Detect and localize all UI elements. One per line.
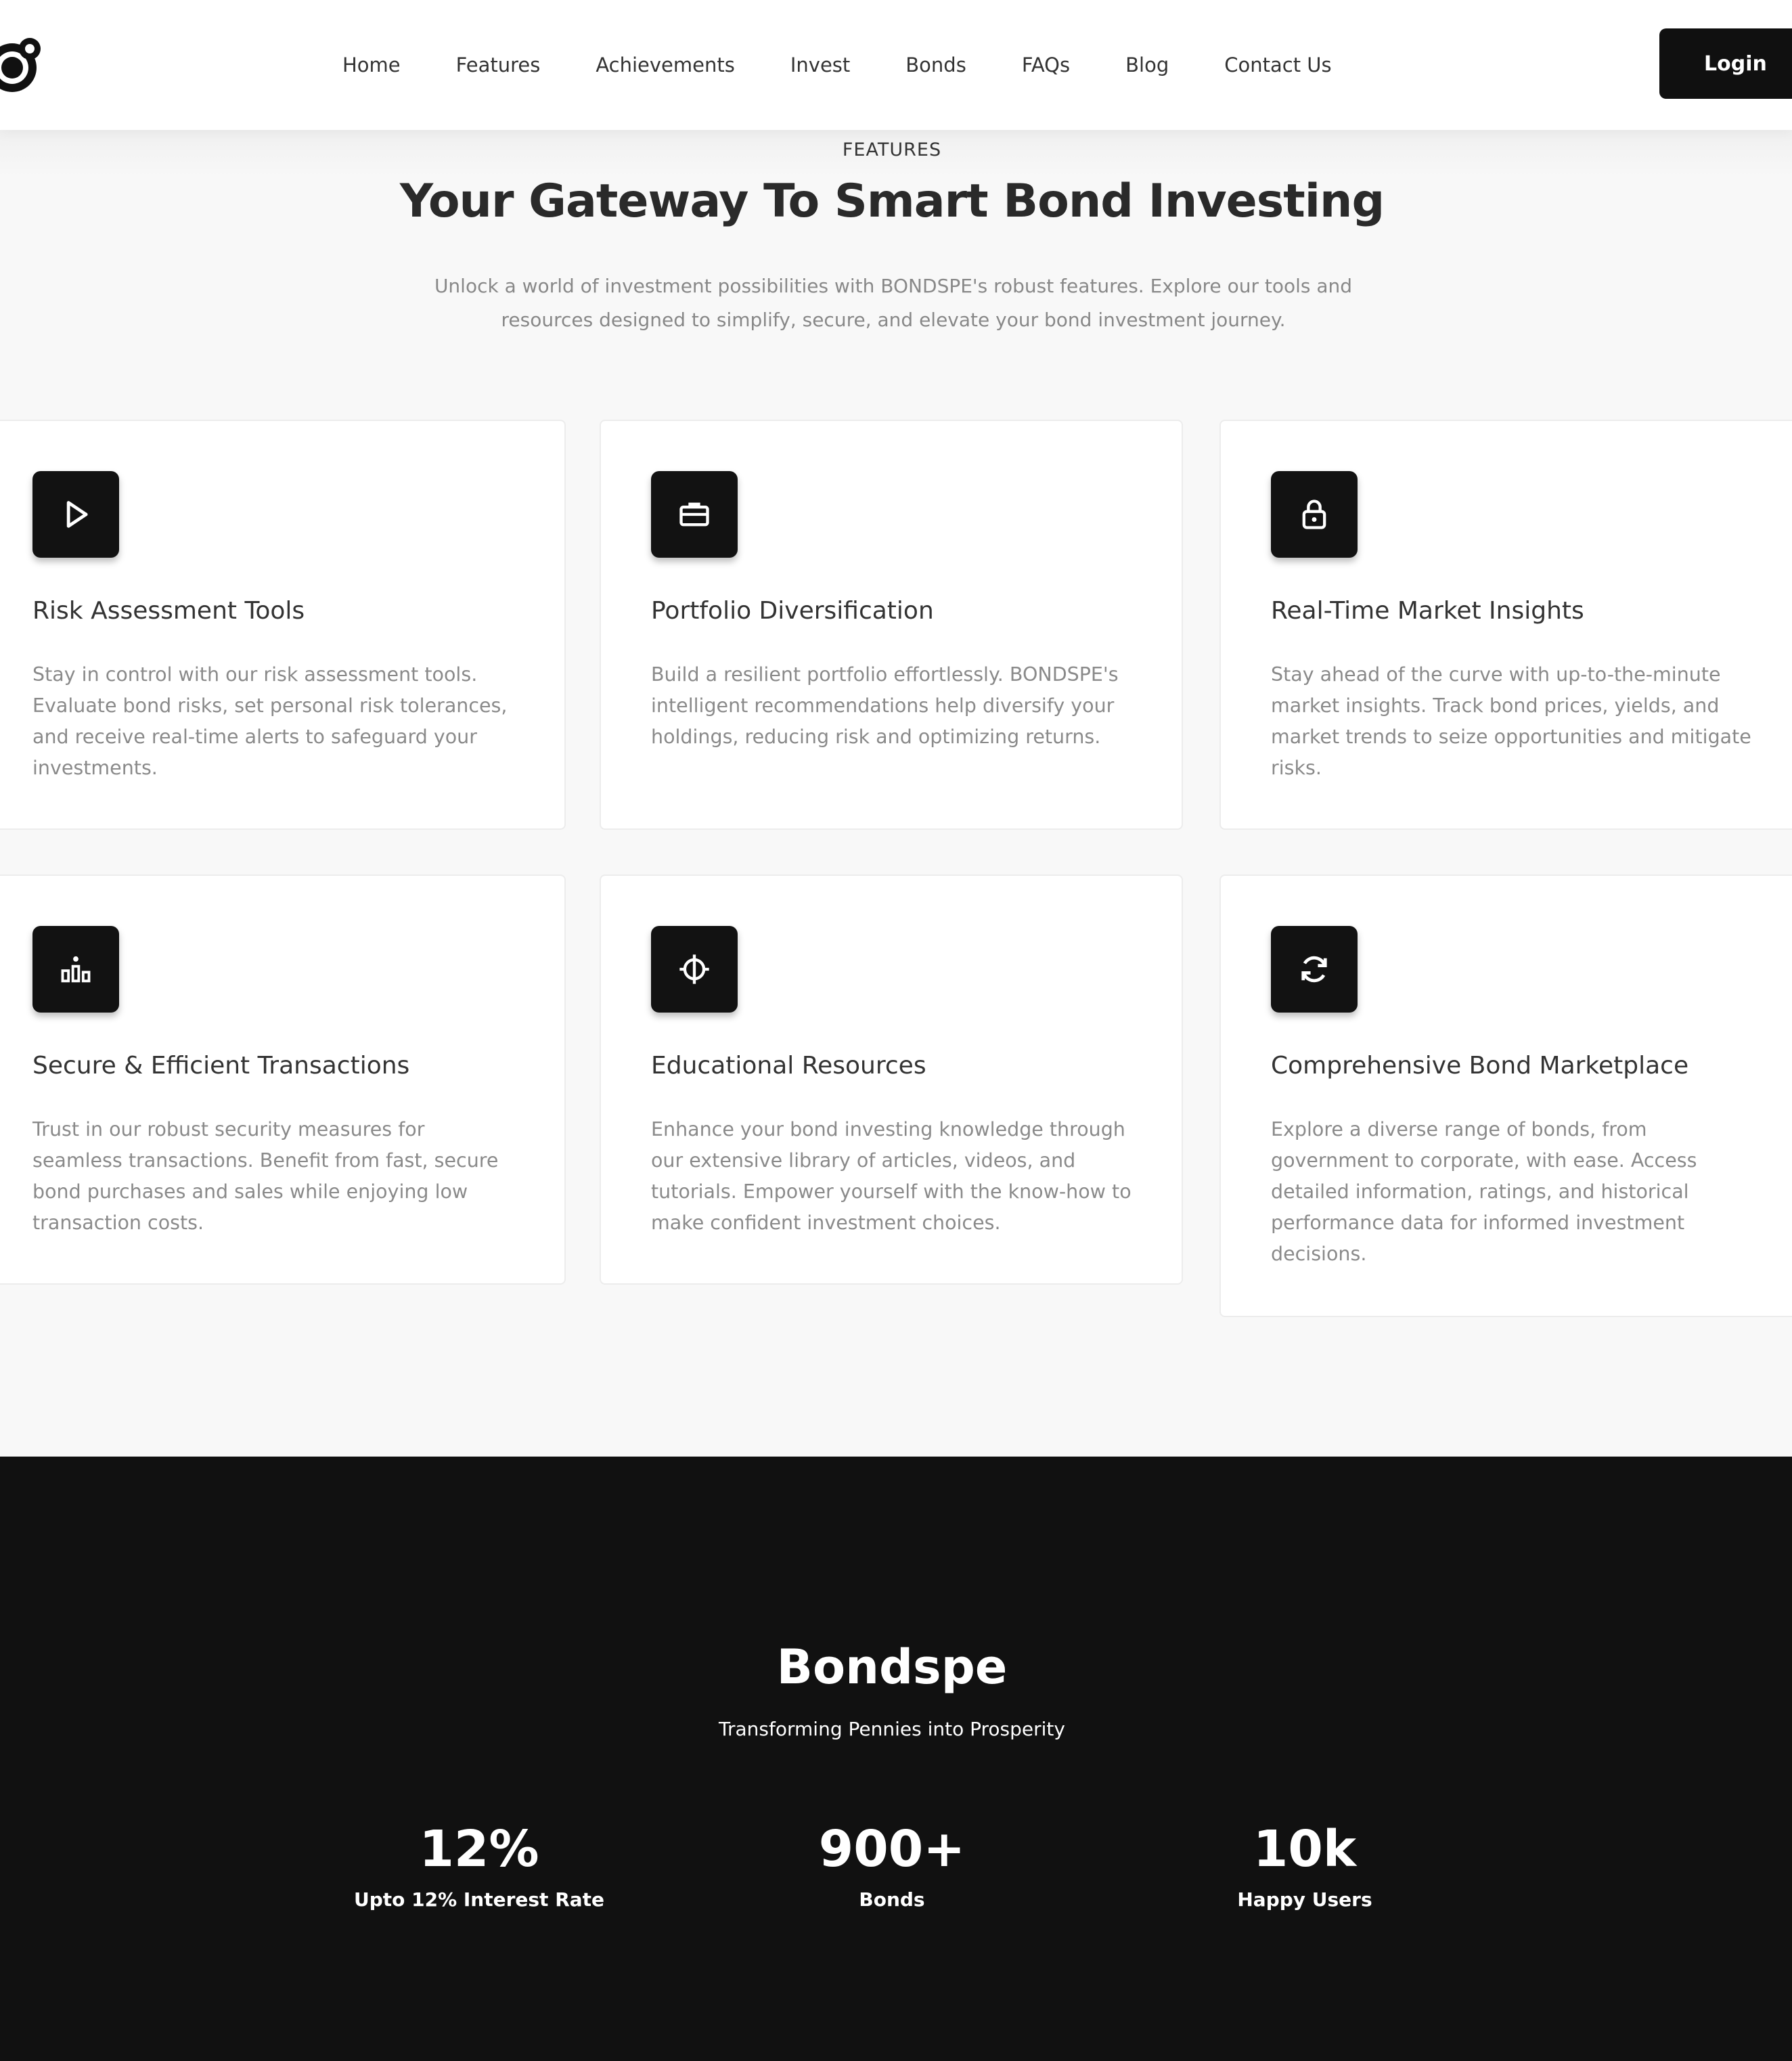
section-eyebrow: FEATURES — [842, 139, 942, 160]
stat-interest-rate: 12% Upto 12% Interest Rate — [276, 1815, 682, 1911]
stat-label: Upto 12% Interest Rate — [353, 1888, 605, 1911]
feature-card-secure-transactions: Secure & Efficient Transactions Trust in… — [0, 874, 566, 1285]
brand-tagline: Transforming Pennies into Prosperity — [719, 1718, 1065, 1740]
feature-card-market-insights: Real-Time Market Insights Stay ahead of … — [1219, 420, 1792, 830]
feature-card-description: Explore a diverse range of bonds, from g… — [1271, 1118, 1697, 1265]
feature-card-description: Enhance your bond investing knowledge th… — [651, 1118, 1132, 1234]
section-heading: Your Gateway To Smart Bond Investing — [399, 175, 1385, 228]
section-subtext: Unlock a world of investment possibiliti… — [434, 275, 1353, 331]
stat-value: 12% — [419, 1820, 539, 1878]
nav-blog[interactable]: Blog — [1125, 53, 1169, 76]
feature-card-title: Portfolio Diversification — [651, 597, 934, 625]
stat-label: Happy Users — [1237, 1888, 1372, 1911]
feature-card-title: Real-Time Market Insights — [1271, 597, 1584, 625]
nav-achievements[interactable]: Achievements — [596, 53, 735, 76]
nav-bonds[interactable]: Bonds — [905, 53, 966, 76]
feature-card-title: Comprehensive Bond Marketplace — [1271, 1052, 1689, 1080]
feature-card-portfolio-diversification: Portfolio Diversification Build a resili… — [600, 420, 1183, 830]
nav-features[interactable]: Features — [456, 53, 541, 76]
lock-icon — [1271, 471, 1358, 558]
target-icon — [651, 926, 738, 1013]
feature-card-description: Stay in control with our risk assessment… — [32, 663, 508, 779]
stat-label: Bonds — [859, 1888, 925, 1911]
play-icon — [32, 471, 119, 558]
stat-value: 10k — [1253, 1820, 1357, 1878]
stat-value: 900+ — [818, 1820, 966, 1878]
nav-contact-us[interactable]: Contact Us — [1224, 53, 1331, 76]
login-button[interactable]: Login — [1659, 28, 1792, 99]
nav-links: Home Features Achievements Invest Bonds … — [342, 0, 1387, 130]
stat-bonds: 900+ Bonds — [689, 1815, 1095, 1911]
brand-name: Bondspe — [776, 1639, 1008, 1695]
nav-faqs[interactable]: FAQs — [1022, 53, 1070, 76]
logo-icon[interactable] — [0, 31, 50, 99]
nav-home[interactable]: Home — [342, 53, 401, 76]
briefcase-icon — [651, 471, 738, 558]
stat-happy-users: 10k Happy Users — [1102, 1815, 1508, 1911]
stats-section: Bondspe Transforming Pennies into Prospe… — [0, 1457, 1792, 2061]
feature-card-title: Secure & Efficient Transactions — [32, 1052, 410, 1080]
feature-card-risk-assessment: Risk Assessment Tools Stay in control wi… — [0, 420, 566, 830]
features-section: FEATURES Your Gateway To Smart Bond Inve… — [0, 130, 1792, 1457]
feature-card-educational-resources: Educational Resources Enhance your bond … — [600, 874, 1183, 1285]
feature-card-description: Stay ahead of the curve with up-to-the-m… — [1271, 663, 1751, 779]
page: Home Features Achievements Invest Bonds … — [0, 0, 1792, 2061]
feature-card-bond-marketplace: Comprehensive Bond Marketplace Explore a… — [1219, 874, 1792, 1317]
nav-invest[interactable]: Invest — [790, 53, 850, 76]
top-nav: Home Features Achievements Invest Bonds … — [0, 0, 1792, 130]
feature-card-description: Build a resilient portfolio effortlessly… — [651, 663, 1119, 748]
refresh-icon — [1271, 926, 1358, 1013]
feature-card-title: Risk Assessment Tools — [32, 597, 305, 625]
feature-card-title: Educational Resources — [651, 1052, 926, 1080]
podium-icon — [32, 926, 119, 1013]
feature-card-description: Trust in our robust security measures fo… — [32, 1118, 499, 1234]
